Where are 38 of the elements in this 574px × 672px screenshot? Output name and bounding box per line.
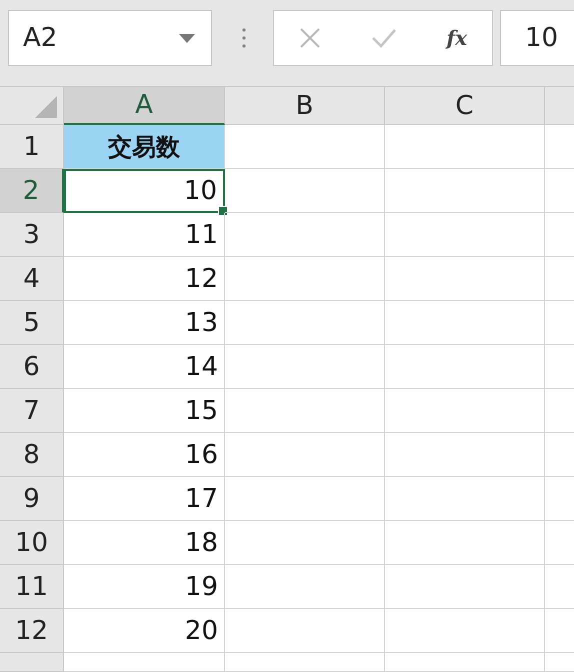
column-header[interactable]: A xyxy=(64,87,225,125)
name-box[interactable]: A2 xyxy=(8,10,212,66)
table-cell: 交易数 xyxy=(64,125,225,169)
row-header[interactable]: 9 xyxy=(0,477,64,521)
row-header[interactable]: 6 xyxy=(0,345,64,389)
table-cell: 15 xyxy=(64,389,225,433)
row-header[interactable] xyxy=(0,653,64,672)
table-cell: 18 xyxy=(64,521,225,565)
row-header[interactable]: 12 xyxy=(0,609,64,653)
table-cell: 13 xyxy=(64,301,225,345)
cancel-icon[interactable] xyxy=(298,27,321,49)
insert-function-button[interactable]: fx xyxy=(446,26,468,50)
row-header[interactable]: 8 xyxy=(0,433,64,477)
row-header[interactable]: 2 xyxy=(0,169,64,213)
row-header[interactable]: 7 xyxy=(0,389,64,433)
row-header[interactable]: 10 xyxy=(0,521,64,565)
column-header[interactable] xyxy=(545,87,574,125)
check-icon[interactable] xyxy=(370,27,397,49)
table-cell: 11 xyxy=(64,213,225,257)
column-header[interactable]: C xyxy=(385,87,545,125)
table-cell: 12 xyxy=(64,257,225,301)
row-header[interactable]: 1 xyxy=(0,125,64,169)
table-cell: 10 xyxy=(64,169,225,213)
formula-field[interactable]: 10 xyxy=(500,10,574,66)
row-header[interactable]: 3 xyxy=(0,213,64,257)
table-cell: 19 xyxy=(64,565,225,609)
table-cell: 14 xyxy=(64,345,225,389)
table-cell: 17 xyxy=(64,477,225,521)
select-all-icon[interactable] xyxy=(35,96,57,118)
caret-icon xyxy=(179,34,195,42)
table-cell: 20 xyxy=(64,609,225,653)
table-cell: 16 xyxy=(64,433,225,477)
column-header[interactable]: B xyxy=(225,87,385,125)
row-header[interactable]: 5 xyxy=(0,301,64,345)
row-header[interactable]: 11 xyxy=(0,565,64,609)
fill-handle[interactable] xyxy=(218,206,228,216)
more-icon xyxy=(242,28,246,48)
row-header[interactable]: 4 xyxy=(0,257,64,301)
